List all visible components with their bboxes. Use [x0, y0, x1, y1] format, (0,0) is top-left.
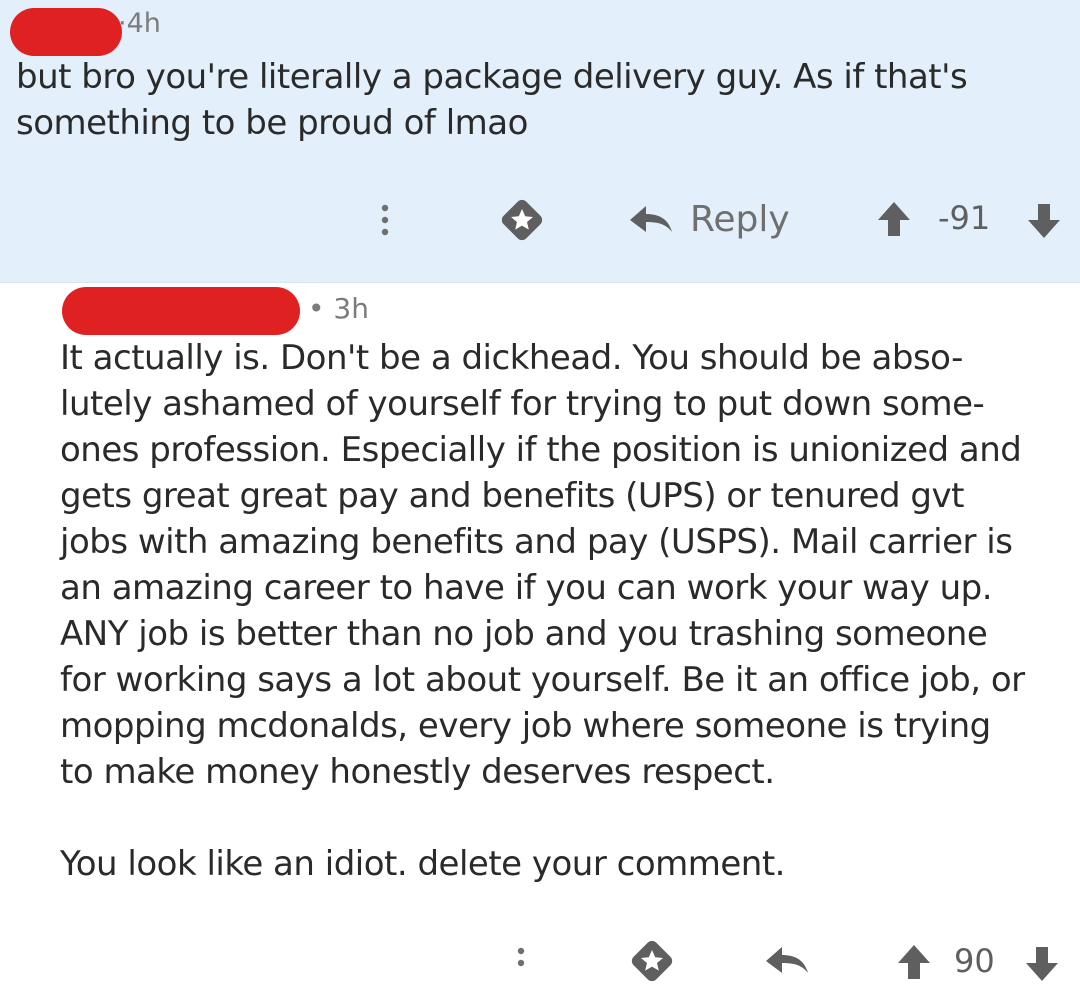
vote-score: -91 — [938, 199, 991, 237]
redacted-username — [10, 8, 122, 56]
meta-dot: · — [118, 8, 127, 39]
comment-line: but bro you're literally a package deliv… — [16, 57, 968, 97]
award-icon — [501, 199, 543, 241]
downvote-button[interactable] — [1024, 943, 1060, 983]
comment-body: It actually is. Don't be a dickhead. You… — [60, 335, 1075, 887]
more-options-button[interactable] — [506, 943, 536, 983]
award-button[interactable] — [628, 937, 676, 985]
comment-line: ones profession. Especially if the posit… — [60, 430, 1022, 470]
comment-line: It actually is. Don't be a dickhead. You… — [60, 338, 963, 378]
comment-line: You look like an idiot. delete your comm… — [60, 844, 786, 884]
meta-dot: • — [308, 292, 325, 325]
comment-line: mopping mcdonalds, every job where someo… — [60, 706, 991, 746]
comment-line: lutely ashamed of yourself for trying to… — [60, 384, 985, 424]
vote-score: 90 — [954, 942, 995, 980]
down-arrow-icon — [1026, 947, 1058, 981]
reply-button[interactable]: Reply — [626, 196, 796, 244]
reply-button[interactable] — [762, 943, 810, 979]
reply-label: Reply — [690, 199, 790, 240]
comment-line: jobs with amazing benefits and pay (USPS… — [60, 522, 1013, 562]
reply-arrow-icon — [766, 947, 808, 973]
redacted-username — [62, 287, 300, 335]
vertical-ellipsis-icon — [381, 204, 389, 236]
award-button[interactable] — [498, 196, 546, 244]
comment-time: 3h — [333, 292, 369, 325]
comment-line: gets great great pay and benefits (UPS) … — [60, 476, 964, 516]
upvote-button[interactable] — [876, 200, 912, 240]
downvote-button[interactable] — [1026, 200, 1062, 240]
down-arrow-icon — [1028, 204, 1060, 238]
comment-line: to make money honestly deserves respect. — [60, 752, 775, 792]
comment-line: ANY job is better than no job and you tr… — [60, 614, 988, 654]
parent-comment: ·4h but bro you're literally a package d… — [0, 0, 1080, 283]
reply-arrow-icon — [630, 206, 672, 232]
comment-body: but bro you're literally a package deliv… — [16, 54, 1066, 146]
upvote-button[interactable] — [896, 943, 932, 983]
reply-comment: • 3h It actually is. Don't be a dickhead… — [0, 283, 1080, 982]
comment-time: 4h — [126, 8, 161, 39]
vertical-ellipsis-icon — [517, 947, 525, 967]
comment-line: for working says a lot about yourself. B… — [60, 660, 1025, 700]
up-arrow-icon — [898, 945, 930, 979]
up-arrow-icon — [878, 202, 910, 236]
comment-line: something to be proud of lmao — [16, 103, 528, 143]
more-options-button[interactable] — [370, 200, 400, 240]
comment-line: an amazing career to have if you can wor… — [60, 568, 993, 608]
award-icon — [631, 940, 673, 982]
comment-meta: ·4h — [118, 10, 161, 37]
comment-meta: • 3h — [308, 295, 369, 323]
